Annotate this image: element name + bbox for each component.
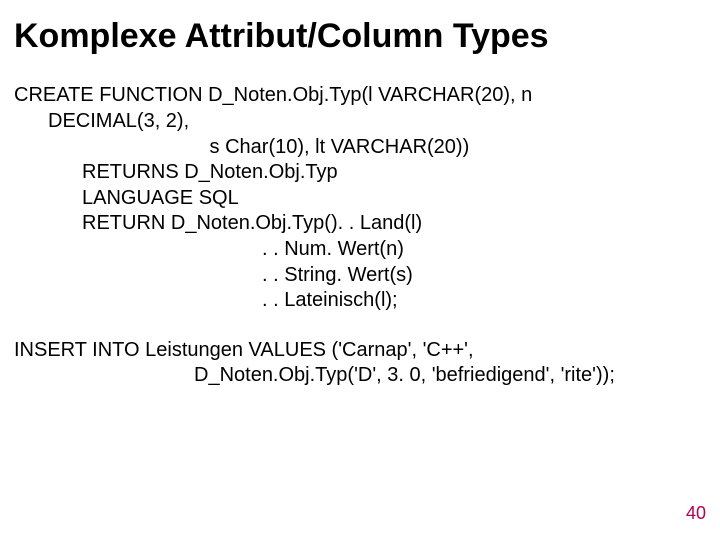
code-line: . . Num. Wert(n) xyxy=(14,237,706,263)
code-line: RETURNS D_Noten.Obj.Typ xyxy=(14,160,706,186)
code-line: . . String. Wert(s) xyxy=(14,263,706,289)
code-line: . . Lateinisch(l); xyxy=(14,288,706,314)
code-line: LANGUAGE SQL xyxy=(14,186,706,212)
slide-title: Komplexe Attribut/Column Types xyxy=(14,18,706,55)
code-line: RETURN D_Noten.Obj.Typ(). . Land(l) xyxy=(14,211,706,237)
page-number: 40 xyxy=(686,503,706,524)
code-line: DECIMAL(3, 2), xyxy=(14,109,706,135)
code-line: D_Noten.Obj.Typ('D', 3. 0, 'befriedigend… xyxy=(14,363,706,389)
code-line: s Char(10), lt VARCHAR(20)) xyxy=(14,135,706,161)
slide-body: CREATE FUNCTION D_Noten.Obj.Typ(l VARCHA… xyxy=(14,83,706,389)
code-line: INSERT INTO Leistungen VALUES ('Carnap',… xyxy=(14,338,706,364)
code-line: CREATE FUNCTION D_Noten.Obj.Typ(l VARCHA… xyxy=(14,83,706,109)
